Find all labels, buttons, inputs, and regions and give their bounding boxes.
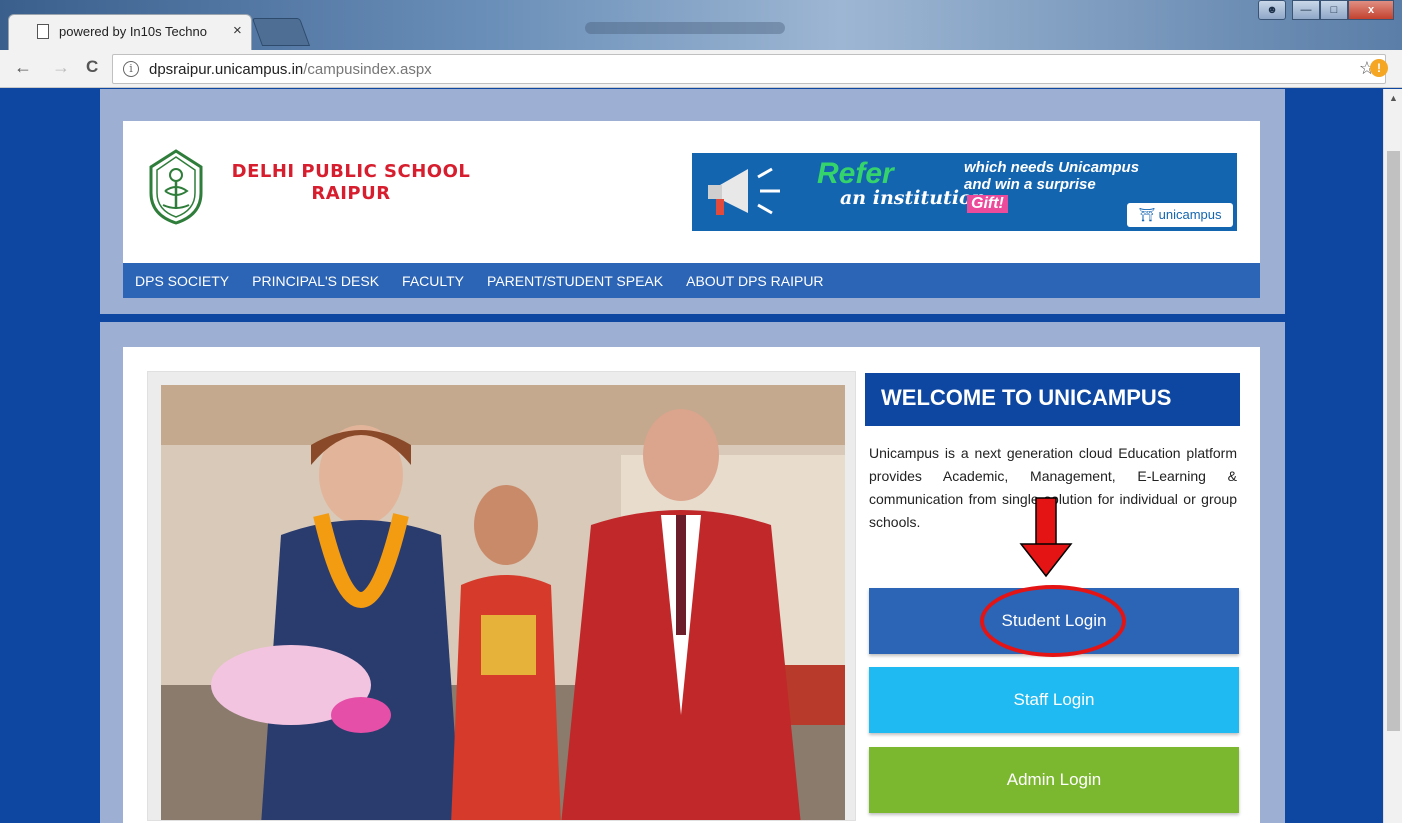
welcome-title: WELCOME TO UNICAMPUS — [865, 373, 1240, 426]
banner-line2: and win a surprise — [964, 176, 1096, 193]
window-controls: ☻ — □ x — [1258, 0, 1394, 20]
annotation-ellipse — [980, 585, 1126, 657]
page-viewport: DELHI PUBLIC SCHOOL RAIPUR Refer an inst… — [0, 89, 1383, 823]
url-text: dpsraipur.unicampus.in/campusindex.aspx — [149, 61, 432, 78]
maximize-button[interactable]: □ — [1320, 0, 1348, 20]
unicampus-brand: unicampus — [1158, 207, 1222, 222]
alert-icon[interactable]: ! — [1370, 59, 1388, 77]
vertical-scrollbar[interactable]: ▲ — [1383, 89, 1402, 823]
content-box: WELCOME TO UNICAMPUS Unicampus is a next… — [123, 347, 1260, 823]
photo-illustration — [161, 385, 845, 820]
refer-banner[interactable]: Refer an institution which needs Unicamp… — [692, 153, 1237, 231]
nav-dps-society[interactable]: DPS SOCIETY — [135, 273, 229, 289]
scroll-up-icon[interactable]: ▲ — [1389, 93, 1398, 103]
school-name-line2: RAIPUR — [311, 183, 391, 204]
info-icon[interactable]: i — [123, 61, 139, 77]
school-name: DELHI PUBLIC SCHOOL RAIPUR — [221, 161, 481, 205]
megaphone-icon — [708, 167, 780, 215]
scroll-thumb[interactable] — [1387, 151, 1400, 731]
page-icon — [37, 24, 49, 39]
nav-faculty[interactable]: FACULTY — [402, 273, 464, 289]
url-domain: dpsraipur.unicampus.in — [149, 61, 304, 78]
main-nav: DPS SOCIETY PRINCIPAL'S DESK FACULTY PAR… — [123, 263, 1260, 298]
reload-icon[interactable]: C — [86, 57, 98, 77]
back-icon[interactable]: ← — [14, 57, 32, 78]
tab-title: powered by In10s Techno — [59, 24, 207, 39]
nav-about-dps-raipur[interactable]: ABOUT DPS RAIPUR — [686, 273, 823, 289]
banner-refer: Refer — [817, 157, 894, 190]
close-tab-icon[interactable]: × — [233, 22, 242, 39]
nav-principals-desk[interactable]: PRINCIPAL'S DESK — [252, 273, 379, 289]
banner-tagline: which needs Unicampus and win a surprise — [964, 159, 1139, 193]
new-tab-button[interactable] — [251, 18, 311, 46]
unicampus-logo: ⛩ unicampus — [1127, 203, 1233, 227]
annotation-arrow — [1019, 497, 1073, 578]
admin-login-button[interactable]: Admin Login — [869, 747, 1239, 813]
address-bar[interactable]: i dpsraipur.unicampus.in/campusindex.asp… — [112, 54, 1386, 84]
banner-gift: Gift! — [967, 195, 1008, 213]
bank-icon: ⛩ — [1138, 207, 1155, 222]
minimize-button[interactable]: — — [1292, 0, 1320, 20]
url-path: /campusindex.aspx — [303, 61, 432, 78]
banner-line1: which needs Unicampus — [964, 159, 1140, 176]
browser-toolbar: ← → C i dpsraipur.unicampus.in/campusind… — [0, 50, 1402, 88]
forward-icon[interactable]: → — [52, 57, 70, 78]
user-icon[interactable]: ☻ — [1258, 0, 1286, 20]
staff-login-button[interactable]: Staff Login — [869, 667, 1239, 733]
school-photo — [147, 371, 856, 821]
school-name-line1: DELHI PUBLIC SCHOOL — [231, 161, 471, 182]
browser-titlebar: powered by In10s Techno × ☻ — □ x — [0, 0, 1402, 50]
close-window-button[interactable]: x — [1348, 0, 1394, 20]
school-logo — [149, 149, 203, 225]
window-title — [585, 22, 785, 34]
header-panel: DELHI PUBLIC SCHOOL RAIPUR Refer an inst… — [100, 89, 1285, 314]
nav-parent-student-speak[interactable]: PARENT/STUDENT SPEAK — [487, 273, 663, 289]
browser-tab[interactable]: powered by In10s Techno × — [8, 14, 252, 50]
content-panel: WELCOME TO UNICAMPUS Unicampus is a next… — [100, 322, 1285, 823]
